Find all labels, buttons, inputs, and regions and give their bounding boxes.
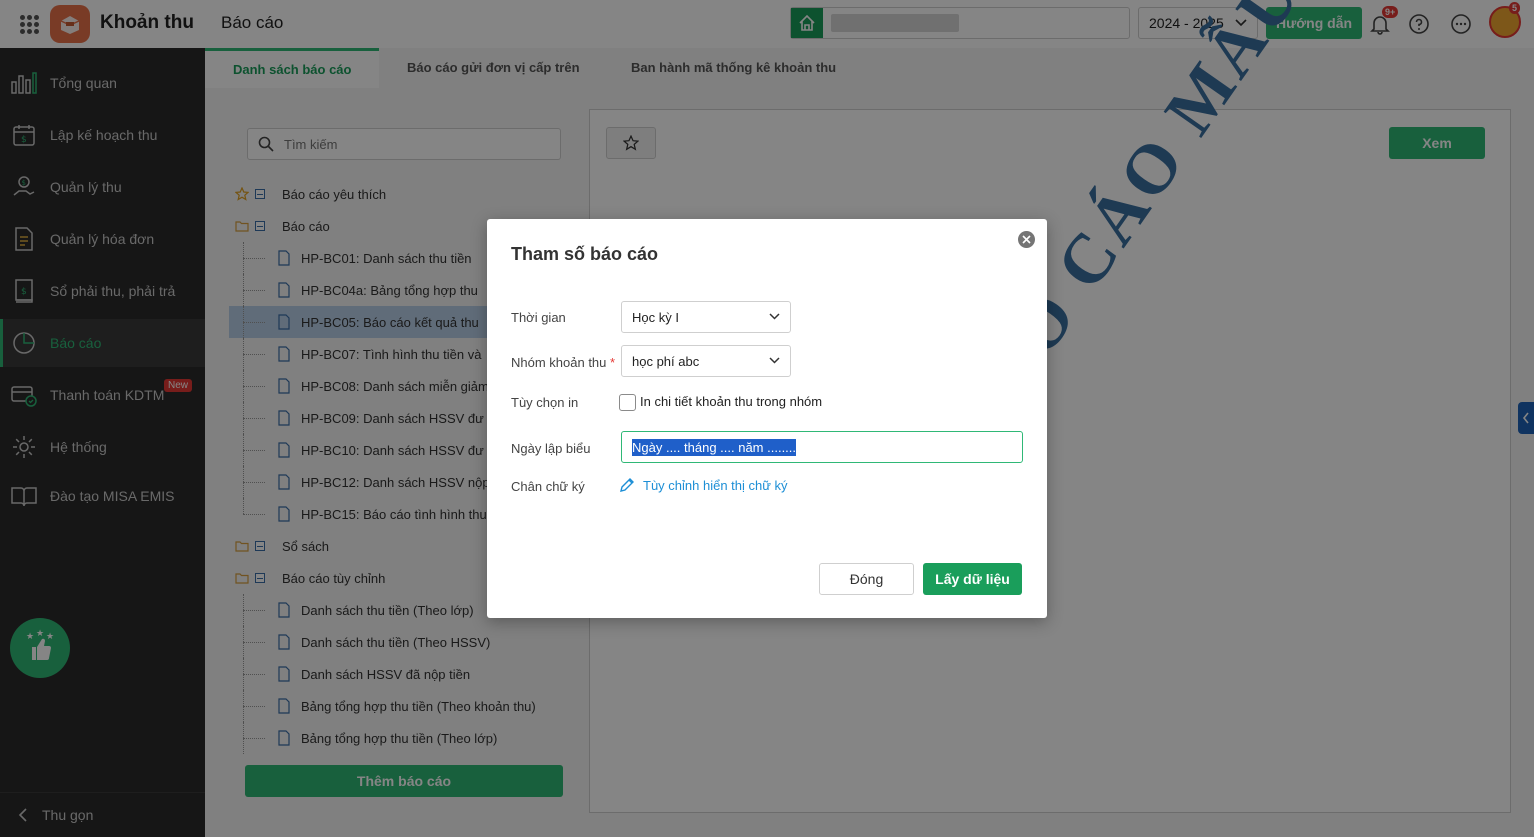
customize-signature-label: Tùy chỉnh hiển thị chữ ký [643, 477, 788, 493]
fee-group-value: học phí abc [632, 353, 700, 369]
fee-group-select[interactable]: học phí abc [621, 345, 791, 377]
close-icon[interactable] [1018, 231, 1035, 248]
fee-group-label: Nhóm khoản thu * [511, 355, 615, 370]
print-detail-checkbox[interactable] [619, 394, 636, 411]
print-detail-checkbox-label[interactable]: In chi tiết khoản thu trong nhóm [640, 394, 822, 409]
print-option-label: Tùy chọn in [511, 395, 579, 410]
required-mark: * [610, 355, 616, 370]
chevron-down-icon [769, 313, 780, 320]
time-value: Học kỳ I [632, 309, 679, 325]
fee-group-label-text: Nhóm khoản thu [511, 355, 607, 370]
customize-signature-link[interactable]: Tùy chỉnh hiển thị chữ ký [619, 477, 788, 493]
date-field[interactable]: Ngày .... tháng .... năm ........ [621, 431, 1023, 463]
chevron-down-icon [769, 357, 780, 364]
time-select[interactable]: Học kỳ I [621, 301, 791, 333]
fetch-data-button[interactable]: Lấy dữ liệu [923, 563, 1022, 595]
time-label: Thời gian [511, 310, 566, 325]
close-button[interactable]: Đóng [819, 563, 914, 595]
date-field-value: Ngày .... tháng .... năm ........ [632, 438, 797, 456]
signature-label: Chân chữ ký [511, 479, 585, 494]
dialog-title: Tham số báo cáo [511, 244, 659, 264]
pencil-icon [620, 478, 634, 492]
date-label: Ngày lập biểu [511, 441, 591, 456]
report-parameters-dialog: Tham số báo cáo Thời gian Học kỳ I Nhóm … [487, 219, 1047, 618]
